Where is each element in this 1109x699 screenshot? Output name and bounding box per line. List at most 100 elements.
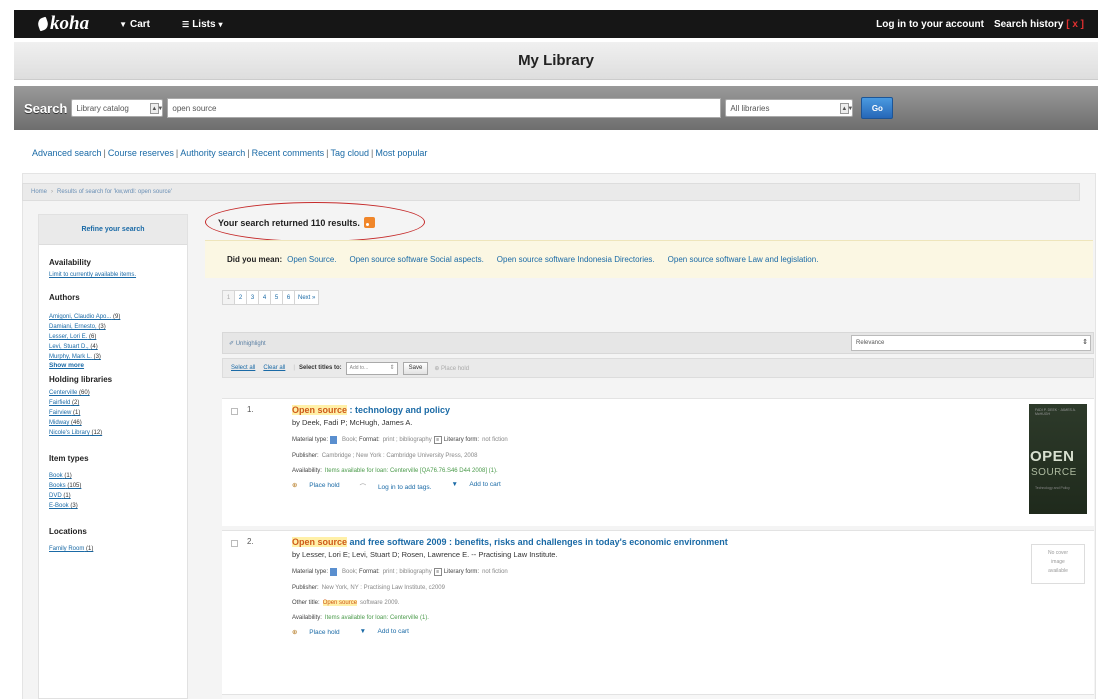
facet-item[interactable]: Murphy, Mark L. (3) xyxy=(49,352,187,362)
add-to-selected: Add to... xyxy=(349,365,369,371)
publisher-value: Cambridge ; New York : Cambridge Univers… xyxy=(321,453,478,459)
page-5[interactable]: 5 xyxy=(270,290,282,305)
facet-title: Holding libraries xyxy=(49,375,113,384)
material-line: Material type: Book; Format: print ; bibli… xyxy=(292,568,728,576)
select-all-link[interactable]: Select all xyxy=(231,365,255,371)
facet-item-label: Fairfield xyxy=(49,400,71,406)
authority-search-link[interactable]: Authority search xyxy=(180,148,245,158)
lists-menu[interactable]: ☰ Lists ▾ xyxy=(182,19,226,30)
place-hold-link[interactable]: ⊕ Place hold xyxy=(292,481,350,491)
pagination: 1 2 3 4 5 6 Next » xyxy=(222,290,320,305)
facet-item[interactable]: Amigoni, Claudio Apo... (9) xyxy=(49,312,187,322)
holding-libraries-facet: Holding libraries Centerville (60) Fairf… xyxy=(39,375,187,438)
availability-value[interactable]: Items available for loan: Centerville (1… xyxy=(325,615,429,621)
publisher-label: Publisher: xyxy=(292,453,319,459)
suggestion-link[interactable]: Open source software Indonesia Directori… xyxy=(497,255,655,264)
tag-cloud-link[interactable]: Tag cloud xyxy=(331,148,370,158)
facet-count: (3) xyxy=(70,503,78,509)
availability-label: Availability: xyxy=(292,468,322,474)
rss-icon[interactable] xyxy=(363,217,375,228)
show-more-link[interactable]: Show more xyxy=(49,362,187,369)
page-1[interactable]: 1 xyxy=(222,290,234,305)
koha-logo[interactable]: koha xyxy=(36,13,89,35)
page-4[interactable]: 4 xyxy=(258,290,270,305)
recent-comments-link[interactable]: Recent comments xyxy=(252,148,325,158)
suggestion-link[interactable]: Open source software Law and legislation… xyxy=(668,255,819,264)
add-tags-link[interactable]: ⌒ Log in to add tags. xyxy=(360,481,442,491)
facet-item[interactable]: DVD (1) xyxy=(49,491,187,501)
tag-icon: ⌒ xyxy=(359,484,367,491)
material-value: Book; xyxy=(342,437,358,443)
result-author: by Lesser, Lori E; Levi, Stuart D; Rosen… xyxy=(292,550,558,559)
page-6[interactable]: 6 xyxy=(282,290,294,305)
search-history-link[interactable]: Search history [ x ] xyxy=(994,19,1084,30)
facet-item[interactable]: Family Room (1) xyxy=(49,544,187,554)
facet-item[interactable]: Books (105) xyxy=(49,481,187,491)
facet-item[interactable]: Damiani, Ernesto, (3) xyxy=(49,322,187,332)
result-title-link[interactable]: Open source : technology and policy xyxy=(292,405,521,415)
result-checkbox[interactable] xyxy=(231,408,238,415)
facet-count: (60) xyxy=(79,390,90,396)
libraries-selected: All libraries xyxy=(730,103,770,113)
result-number: 1. xyxy=(247,405,254,414)
page-next[interactable]: Next » xyxy=(294,290,320,305)
result-checkbox[interactable] xyxy=(231,540,238,547)
authors-facet: Authors Amigoni, Claudio Apo... (9) Dami… xyxy=(39,293,187,369)
add-to-select[interactable]: Add to... ⇕ xyxy=(345,361,398,375)
clear-history-button[interactable]: [ x ] xyxy=(1066,19,1084,30)
sort-select[interactable]: Relevance ⇕ xyxy=(851,335,1091,351)
facet-item[interactable]: Book (1) xyxy=(49,471,187,481)
save-button[interactable]: Save xyxy=(402,361,429,375)
libraries-select[interactable]: All libraries ▲▼ xyxy=(725,99,854,117)
go-button[interactable]: Go xyxy=(861,97,894,119)
unhighlight-link[interactable]: ✐ Unhighlight xyxy=(229,340,266,347)
suggestion-link[interactable]: Open source software Social aspects. xyxy=(350,255,484,264)
result-title-link[interactable]: Open source and free software 2009 : ben… xyxy=(292,537,728,547)
cover-title-word: OPEN xyxy=(1030,448,1075,465)
available-items-link[interactable]: Limit to currently available items. xyxy=(49,271,159,280)
select-arrow-icon: ⇕ xyxy=(389,364,395,371)
facet-item[interactable]: Midway (46) xyxy=(49,418,187,428)
facet-item[interactable]: Lesser, Lori E. (6) xyxy=(49,332,187,342)
page-3[interactable]: 3 xyxy=(246,290,258,305)
material-label: Material type: xyxy=(292,437,329,443)
cart-button[interactable]: ▼ Cart xyxy=(119,19,150,30)
facet-item[interactable]: Fairview (1) xyxy=(49,408,187,418)
facet-count: (9) xyxy=(113,314,121,320)
facet-item[interactable]: Levi, Stuart D., (4) xyxy=(49,342,187,352)
most-popular-link[interactable]: Most popular xyxy=(375,148,427,158)
breadcrumb-current[interactable]: Results of search for 'kw,wrdl: open sou… xyxy=(57,189,172,195)
book-cover[interactable]: FADI P. DEEK · JAMES A. McHUGH OPEN SOUR… xyxy=(1029,404,1087,514)
publisher-line: Publisher: Cambridge ; New York : Cambrid… xyxy=(292,453,521,459)
page-2[interactable]: 2 xyxy=(234,290,246,305)
suggestion-link[interactable]: Open Source. xyxy=(287,255,336,264)
facet-item[interactable]: Nicole's Library (12) xyxy=(49,428,187,438)
availability-value[interactable]: Items available for loan: Centerville [Q… xyxy=(325,468,498,474)
course-reserves-link[interactable]: Course reserves xyxy=(108,148,174,158)
breadcrumb-home[interactable]: Home xyxy=(31,189,47,195)
library-name: My Library xyxy=(518,52,594,69)
place-hold-link[interactable]: ⊕ Place hold xyxy=(292,628,350,636)
refine-search-heading[interactable]: Refine your search xyxy=(39,215,187,245)
facet-item-label: Family Room xyxy=(49,546,85,552)
place-hold-button[interactable]: ⊕ Place hold xyxy=(434,365,469,372)
clear-all-link[interactable]: Clear all xyxy=(263,365,285,371)
other-title-line: Other title: Open source software 2009. xyxy=(292,600,728,606)
facet-item[interactable]: Fairfield (2) xyxy=(49,398,187,408)
facet-item[interactable]: Centerville (60) xyxy=(49,388,187,398)
advanced-search-link[interactable]: Advanced search xyxy=(32,148,102,158)
facet-item[interactable]: E-Book (3) xyxy=(49,501,187,511)
breadcrumb-separator: › xyxy=(51,189,54,195)
search-label: Search xyxy=(24,100,68,116)
add-to-cart-link[interactable]: ▼ Add to cart xyxy=(360,628,419,636)
login-link[interactable]: Log in to your account xyxy=(876,19,984,30)
facet-count: (6) xyxy=(89,334,97,340)
search-input[interactable]: open source xyxy=(167,98,722,118)
cart-icon: ▼ xyxy=(119,19,127,29)
catalog-select[interactable]: Library catalog ▲▼ xyxy=(71,99,164,117)
result-number: 2. xyxy=(247,537,254,546)
facet-item-label: Book xyxy=(49,473,63,479)
literary-value: not fiction xyxy=(482,437,508,443)
add-to-cart-link[interactable]: ▼ Add to cart xyxy=(451,481,510,491)
history-label: Search history xyxy=(993,18,1064,30)
